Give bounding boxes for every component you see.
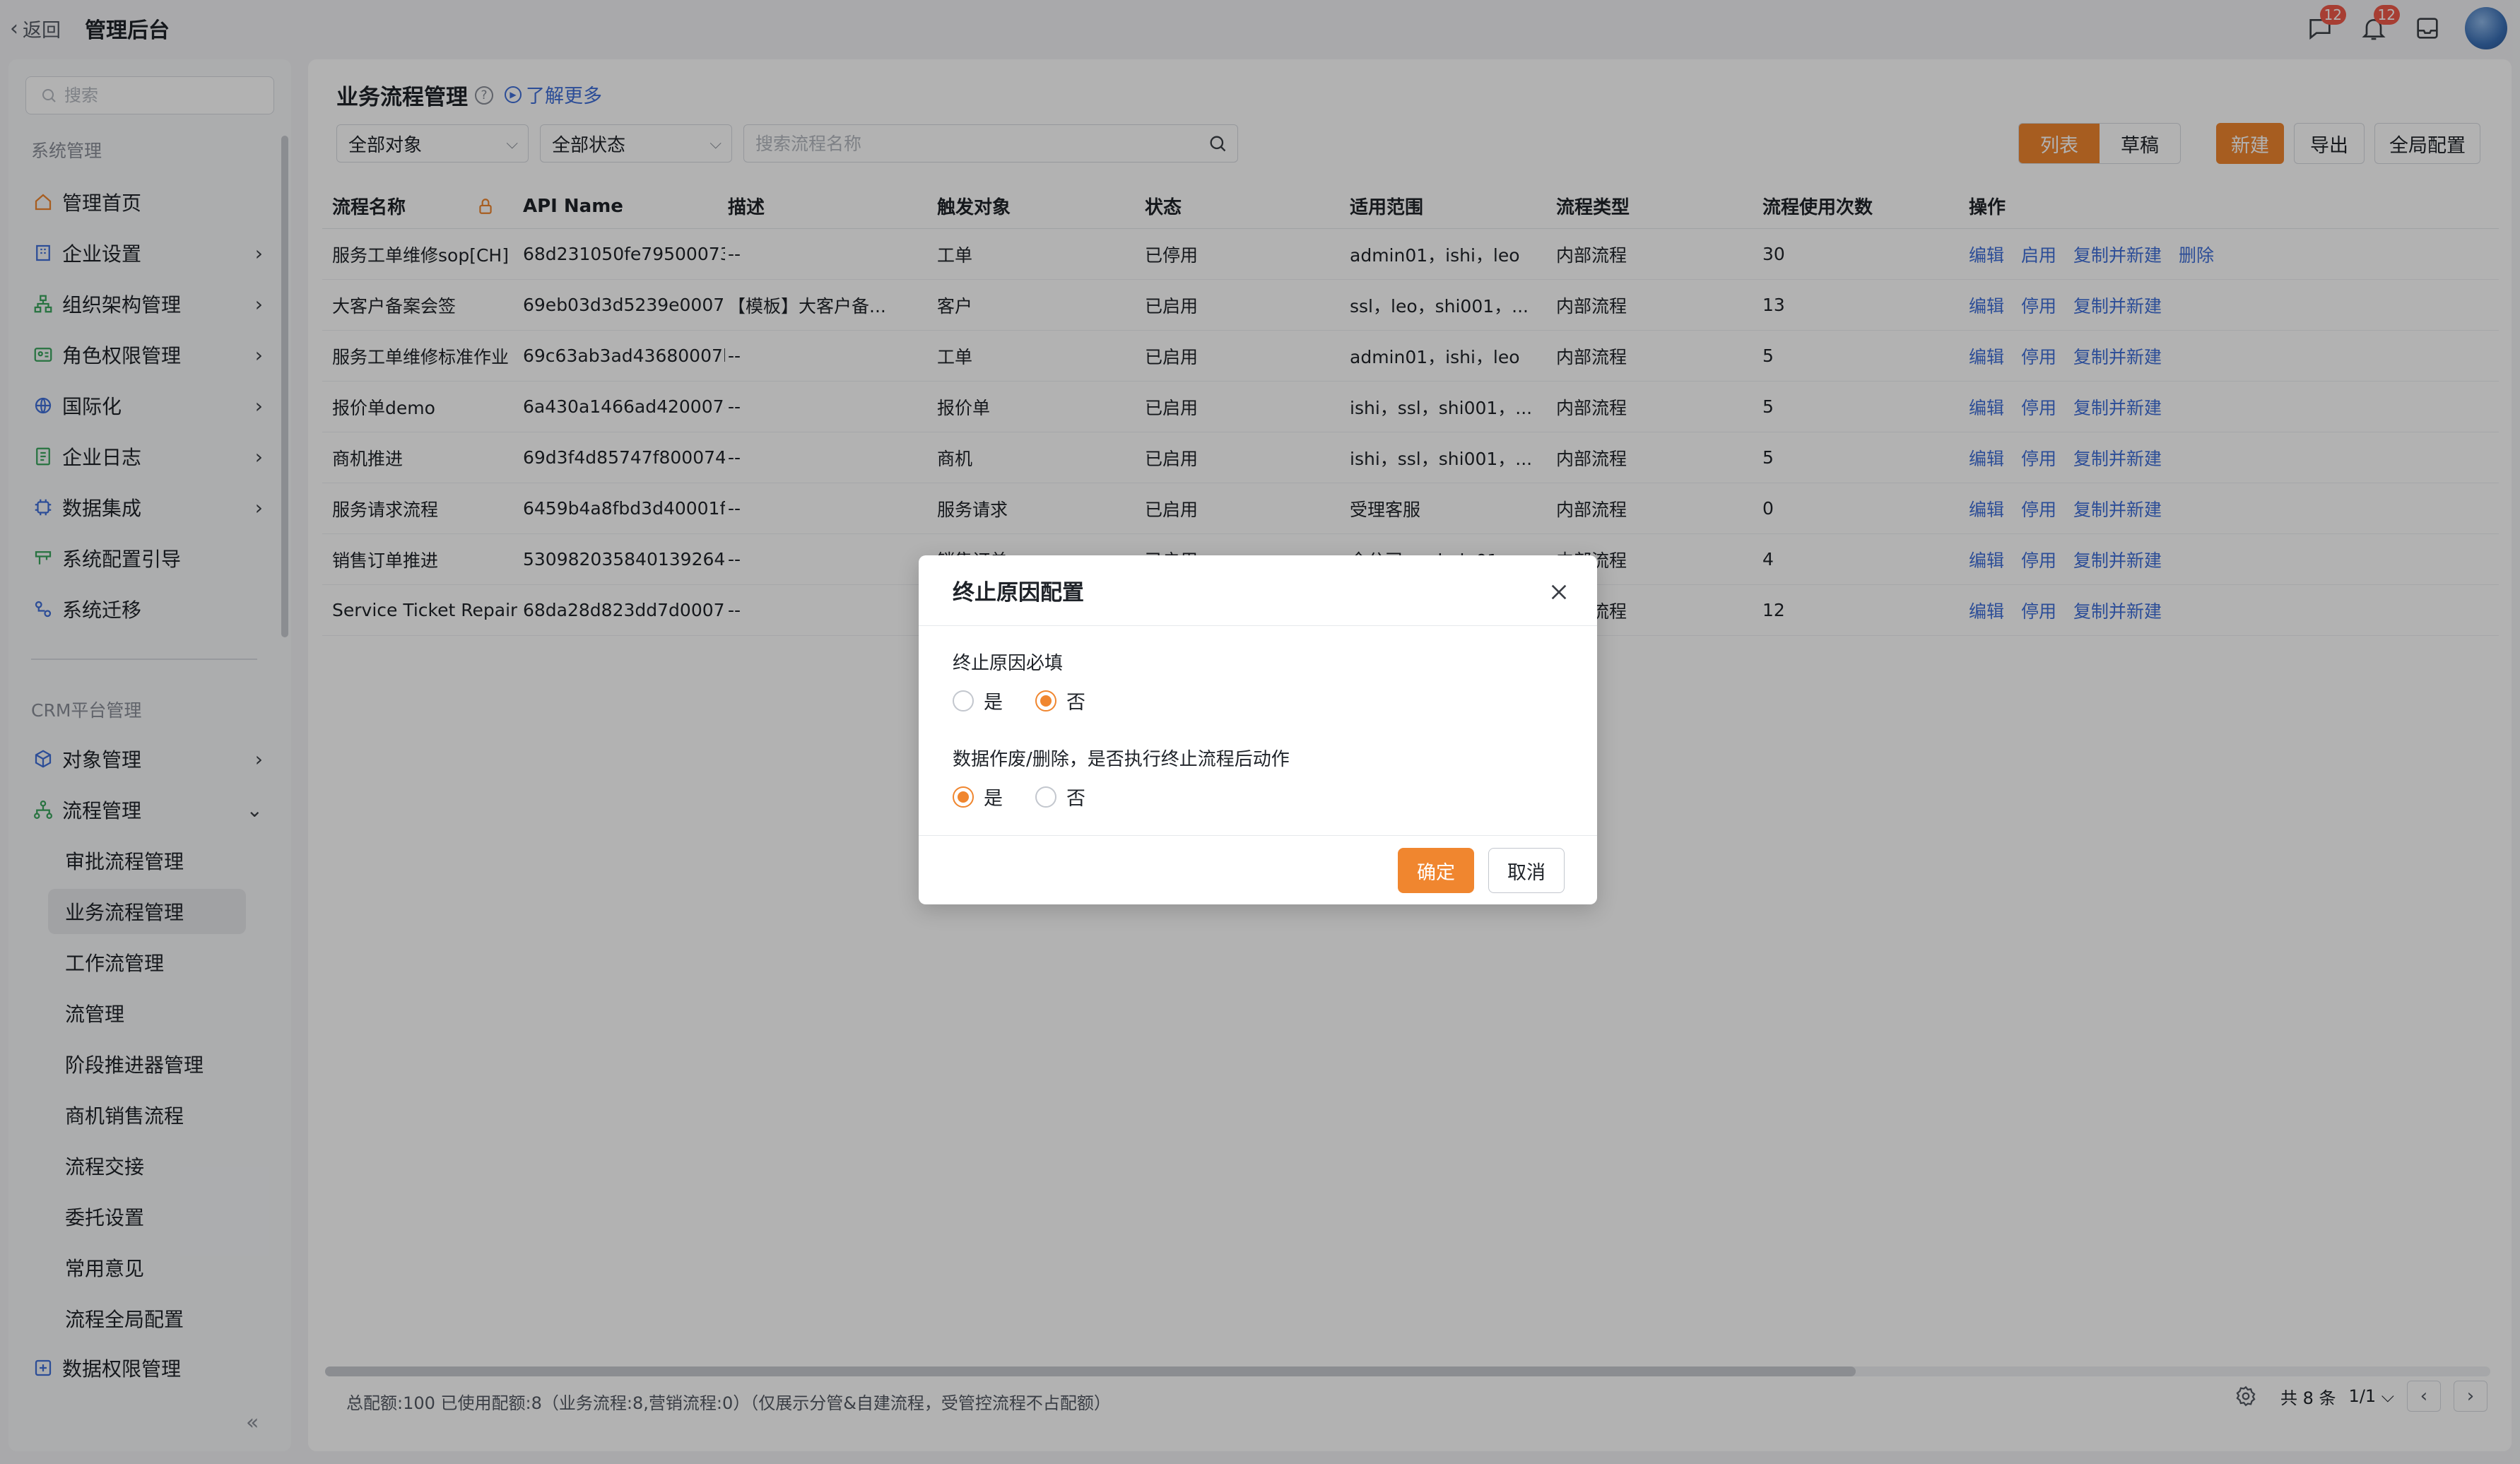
post-action-label: 数据作废/删除，是否执行终止流程后动作 bbox=[953, 749, 1290, 770]
reason-required-radio-group: 是否 bbox=[953, 687, 1085, 714]
radio-circle[interactable] bbox=[1035, 786, 1056, 808]
radio-label: 是 bbox=[984, 788, 1003, 810]
termination-reason-dialog: 终止原因配置 终止原因必填 是否 数据作废/删除，是否执行终止流程后动作 是否 … bbox=[919, 555, 1597, 904]
post-action-radio-group: 是否 bbox=[953, 783, 1085, 810]
radio-circle[interactable] bbox=[953, 786, 974, 808]
radio-label: 否 bbox=[1066, 692, 1085, 714]
reason-required-label: 终止原因必填 bbox=[953, 653, 1064, 674]
q1-option-1[interactable]: 否 bbox=[1035, 687, 1085, 714]
cancel-button[interactable]: 取消 bbox=[1488, 848, 1565, 893]
radio-circle[interactable] bbox=[1035, 690, 1056, 712]
q2-option-0[interactable]: 是 bbox=[953, 783, 1003, 810]
dialog-divider bbox=[919, 835, 1597, 836]
dialog-title: 终止原因配置 bbox=[919, 555, 1597, 626]
radio-label: 是 bbox=[984, 692, 1003, 714]
q1-option-0[interactable]: 是 bbox=[953, 687, 1003, 714]
q2-option-1[interactable]: 否 bbox=[1035, 783, 1085, 810]
confirm-button[interactable]: 确定 bbox=[1398, 848, 1474, 893]
radio-label: 否 bbox=[1066, 788, 1085, 810]
radio-circle[interactable] bbox=[953, 690, 974, 712]
close-icon[interactable] bbox=[1548, 581, 1570, 603]
